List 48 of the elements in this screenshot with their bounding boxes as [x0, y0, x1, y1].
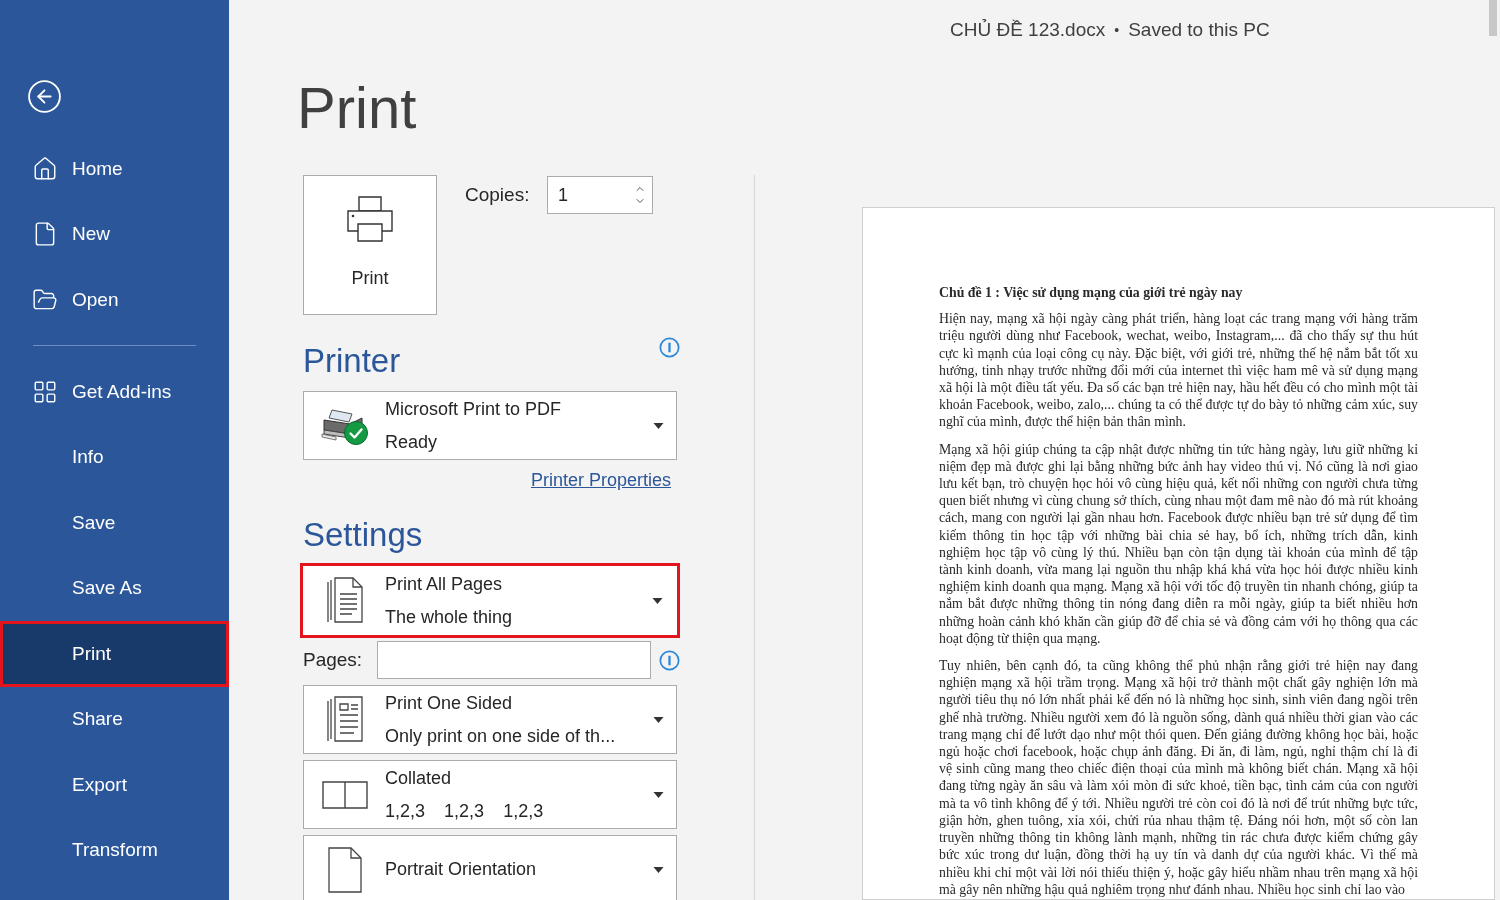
- nav-item[interactable]: Open: [0, 267, 229, 333]
- info-icon[interactable]: [659, 337, 680, 358]
- pages-field[interactable]: [376, 641, 651, 679]
- nav-item[interactable]: Transform: [0, 817, 229, 883]
- page-title: Print: [297, 78, 417, 138]
- nav-item[interactable]: New: [0, 201, 229, 267]
- document-name: CHỦ ĐỀ 123.docx: [950, 17, 1106, 42]
- nav-item[interactable]: Save As: [0, 555, 229, 621]
- document-paragraph: Hiện nay, mạng xã hội ngày càng phát triển, hàng loạt các trang mạng với hàng trăm triệu người dùng như Facebook, wechat, weibo, Instagram,... đã cho thấy sự thu hút cực kì mạnh của loại công cụ này. Đặc biệt, với giới trẻ, những thế hệ nắm bắt tốt xu hướng, tinh nhạy trước những đổi mới của internet thì việc ham mê và sử dụng mạng xã hội là một điều tất yếu. Đa số các bạn trẻ hiện nay, hầu hết đều có cho mình một tài khoản Facebook, weibo, zalo,... chúng ta có thể được tự do bày tỏ những cảm xúc, suy nghĩ của mình, được thể hiện bản thân mình.: [939, 310, 1418, 431]
- portrait-page-icon: [326, 845, 363, 894]
- back-button[interactable]: [26, 78, 63, 115]
- nav-item[interactable]: Info: [0, 424, 229, 490]
- info-icon[interactable]: [659, 649, 680, 671]
- nav-item[interactable]: Export: [0, 752, 229, 818]
- printer-dropdown[interactable]: Microsoft Print to PDF Ready: [303, 391, 677, 460]
- orientation-dropdown[interactable]: Portrait Orientation: [303, 835, 677, 900]
- section-heading: Settings: [303, 515, 423, 555]
- print-range-dropdown[interactable]: Print All Pages The whole thing: [300, 563, 680, 638]
- sides-dropdown[interactable]: Print One Sided Only print on one side of th...: [303, 685, 677, 754]
- print-button[interactable]: Print: [303, 175, 437, 315]
- document-icon: [325, 575, 364, 626]
- save-status: Saved to this PC: [1128, 17, 1270, 42]
- caret-icon: [653, 791, 664, 798]
- caret-icon: [653, 866, 664, 873]
- caret-icon: [652, 597, 663, 604]
- copies-field[interactable]: 1: [547, 176, 653, 214]
- document-heading: Chủ đề 1 : Việc sử dụng mạng của giới trẻ ngày nay: [939, 284, 1244, 302]
- scrollbar-thumb[interactable]: [1489, 0, 1497, 36]
- printer-properties-link[interactable]: Printer Properties: [530, 469, 671, 491]
- back-icon: [26, 78, 63, 115]
- nav-item[interactable]: Share: [0, 686, 229, 752]
- title-separator: •: [1114, 20, 1120, 40]
- section-heading: Printer: [303, 341, 401, 381]
- caret-icon: [653, 422, 664, 429]
- pages-side-by-side-icon: [321, 780, 368, 809]
- nav-item[interactable]: Home: [0, 136, 229, 202]
- nav-item[interactable]: Get Add-ins: [0, 359, 229, 425]
- pages-label: Pages:: [303, 647, 364, 672]
- home-icon: [32, 155, 58, 182]
- document-paragraph: Tuy nhiên, bên cạnh đó, ta cũng không thể phủ nhận rằng giới trẻ hiện nay đang nghiện mạng xã hội trầm trọng. Mạng xã hội trở thành một chất gây nghiện lớn mà người tiêu thụ nó lớn nhất phải kể đến nó là những học sinh, sinh viên đang ngồi trên ghế nhà trường. Nhiều người xem đó là nguồn sống, dành quá nhiều thời gian vào các trang mạng chỉ để lướt dạo như một thói quen. Đến giảng đường không học bài, hoặc ngủ hoặc chơi facebook, hoặc chụp ảnh đăng. Đi ăn, đi làm, ngủ, nghỉ thậm chí là đi vệ sinh cũng mang theo chiếc điện thoại của mình mà không biết chán. Mạng xã hội đang từng ngày ăn sâu và làm xói mòn đi sức khoẻ, tiền bạc, tình cảm của con người mà ta vô tình không để ý tới. Nhiều người trẻ còn coi đó là nơi để trút những bực tức, giận hờn, ghen tuông, xỉa xói, chửi rủa nhau thậm tệ. Đáng nói hơn, một số còn lan truyền những thông tin không lành mạnh, những tin rác chưa được kiểm chứng gây bức xúc trong dư luận, đồng thời hạ uy tín và danh dự của người khác. Vì thế mà nhiều khi chỉ một vài lời nói thiếu thiện ý, hoặc gây hiểu nhầm nhau trên mạng xã hội mà gây nên những hậu quả nghiêm trọng như đánh nhau. Nhiều học sinh chỉ lao vào: [939, 657, 1418, 898]
- caret-icon: [653, 716, 664, 723]
- collation-dropdown[interactable]: Collated 1,2,3 1,2,3 1,2,3: [303, 760, 677, 829]
- nav-item[interactable]: Print: [0, 621, 229, 687]
- printer-icon: [346, 195, 394, 243]
- document-icon: [325, 694, 364, 745]
- copies-label: Copies:: [465, 182, 531, 207]
- nav-item[interactable]: Save: [0, 490, 229, 556]
- document-paragraph: Mạng xã hội giúp chúng ta cập nhật được những tin tức hàng ngày, lưu giữ những kỉ niệm đẹp mà được ghi lại bằng những bức ảnh hay video thú vị. Nó cũng là nơi giao lưu kết bạn, trò chuyện học hỏi vô cùng hiệu quả, kết nối những con người chưa từng quen biết nhưng vì cùng chung sở thích, cùng nhau một đam mê nào đó mà rút khoảng cách, mang con người lại gần nhau hơn. Facebook được nhiều bạn trẻ sử dụng để tìm kiếm thông tin học tập với những bài chia sẻ hay, bổ ích, những trích dẫn, kinh nghiệm học tập vô cùng lý thú. Nhiều bạn còn tận dụng tài khoản của mình để tập tành kinh doanh, vừa mang lại nguồn thu nhập khá khá vừa học hỏi được nhiều kinh nghiệm kinh doanh qua mạng. Mạng xã hội với tốc độ truyền tin nhanh chóng, giúp ta nắm bắt được những thông tin nóng đang diễn ra mỗi ngày, giúp ta biết nhiều hơn những hoàn cảnh khó khăn cần giúp đỡ để chia sẻ và đồng cảm với họ thông qua các hoạt động từ thiện qua mạng.: [939, 440, 1418, 648]
